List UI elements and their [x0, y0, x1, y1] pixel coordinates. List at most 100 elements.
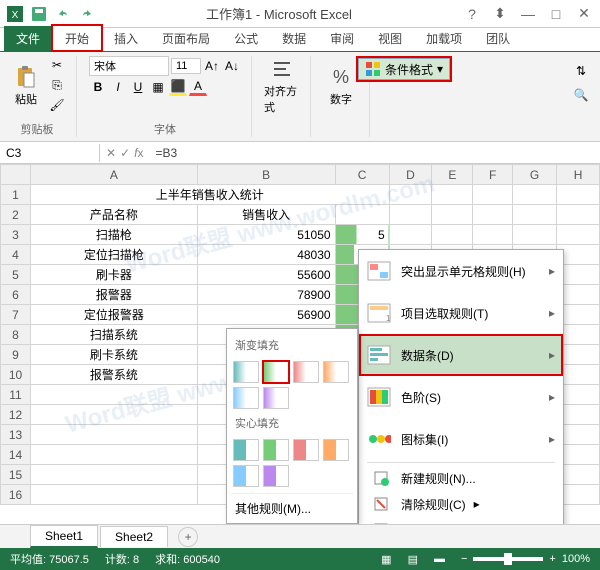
- name-box[interactable]: C3: [0, 144, 100, 162]
- font-color-icon[interactable]: A: [189, 78, 207, 96]
- row-header[interactable]: 16: [1, 485, 31, 505]
- cell-name[interactable]: 扫描系统: [31, 325, 198, 345]
- worksheet-grid[interactable]: ABCDEFGH1上半年销售收入统计2产品名称销售收入3扫描枪5105054定位…: [0, 164, 600, 524]
- undo-icon[interactable]: [52, 3, 74, 25]
- cell[interactable]: [31, 405, 198, 425]
- sheet-tab-2[interactable]: Sheet2: [100, 526, 168, 547]
- zoom-out-button[interactable]: −: [461, 553, 467, 565]
- row-header[interactable]: 2: [1, 205, 31, 225]
- cell[interactable]: [432, 225, 473, 245]
- cell[interactable]: [512, 225, 556, 245]
- row-header[interactable]: 13: [1, 425, 31, 445]
- menu-top-bottom[interactable]: 10 项目选取规则(T) ▸: [359, 292, 563, 334]
- cell-name[interactable]: 定位报警器: [31, 305, 198, 325]
- menu-color-scales[interactable]: 色阶(S) ▸: [359, 376, 563, 418]
- underline-button[interactable]: U: [129, 78, 147, 96]
- cancel-formula-icon[interactable]: ✕: [106, 146, 116, 160]
- swatch-gradient-red[interactable]: [293, 361, 319, 383]
- cell-value[interactable]: 51050: [197, 225, 335, 245]
- zoom-level[interactable]: 100%: [562, 553, 590, 565]
- format-painter-icon[interactable]: 🖌: [48, 96, 66, 114]
- tab-file[interactable]: 文件: [4, 26, 52, 51]
- row-header[interactable]: 7: [1, 305, 31, 325]
- cell[interactable]: [557, 185, 600, 205]
- cell[interactable]: [557, 225, 600, 245]
- maximize-icon[interactable]: □: [544, 4, 568, 24]
- row-header[interactable]: 4: [1, 245, 31, 265]
- swatch-solid-purple[interactable]: [263, 465, 289, 487]
- swatch-gradient-orange[interactable]: [323, 361, 349, 383]
- row-header[interactable]: 6: [1, 285, 31, 305]
- row-header[interactable]: 12: [1, 405, 31, 425]
- view-normal-icon[interactable]: ▦: [381, 553, 391, 566]
- sheet-tab-1[interactable]: Sheet1: [30, 525, 98, 548]
- row-header[interactable]: 1: [1, 185, 31, 205]
- swatch-solid-green[interactable]: [263, 439, 289, 461]
- sort-filter-icon[interactable]: ⇅: [572, 62, 590, 80]
- cell-value[interactable]: 55600: [197, 265, 335, 285]
- tab-team[interactable]: 团队: [474, 26, 522, 51]
- redo-icon[interactable]: [76, 3, 98, 25]
- cell-value[interactable]: 78900: [197, 285, 335, 305]
- bold-button[interactable]: B: [89, 78, 107, 96]
- cell[interactable]: [512, 205, 556, 225]
- font-size-select[interactable]: 11: [171, 58, 201, 74]
- row-header[interactable]: 14: [1, 445, 31, 465]
- swatch-gradient-purple[interactable]: [263, 387, 289, 409]
- swatch-solid-lightblue[interactable]: [233, 465, 259, 487]
- header-cell[interactable]: 产品名称: [31, 205, 198, 225]
- save-icon[interactable]: [28, 3, 50, 25]
- cell[interactable]: [31, 445, 198, 465]
- row-header[interactable]: 11: [1, 385, 31, 405]
- fill-color-icon[interactable]: ⬛: [169, 78, 187, 96]
- tab-layout[interactable]: 页面布局: [150, 26, 222, 51]
- cell-value[interactable]: 56900: [197, 305, 335, 325]
- view-layout-icon[interactable]: ▤: [408, 553, 418, 566]
- cell-databar[interactable]: 5: [335, 225, 389, 245]
- cell[interactable]: [557, 205, 600, 225]
- swatch-solid-red[interactable]: [293, 439, 319, 461]
- col-header-C[interactable]: C: [335, 165, 389, 185]
- cell[interactable]: [473, 185, 512, 205]
- row-header[interactable]: 8: [1, 325, 31, 345]
- tab-data[interactable]: 数据: [270, 26, 318, 51]
- tab-insert[interactable]: 插入: [102, 26, 150, 51]
- swatch-gradient-lightblue[interactable]: [233, 387, 259, 409]
- enter-formula-icon[interactable]: ✓: [120, 146, 130, 160]
- swatch-gradient-blue[interactable]: [233, 361, 259, 383]
- menu-manage-rules[interactable]: 管理规则(R)...: [359, 517, 563, 524]
- col-header-F[interactable]: F: [473, 165, 512, 185]
- row-header[interactable]: 3: [1, 225, 31, 245]
- col-header-H[interactable]: H: [557, 165, 600, 185]
- row-header[interactable]: 10: [1, 365, 31, 385]
- number-button[interactable]: % 数字: [323, 56, 359, 116]
- tab-formula[interactable]: 公式: [222, 26, 270, 51]
- add-sheet-button[interactable]: +: [178, 527, 198, 547]
- cell[interactable]: [432, 185, 473, 205]
- header-cell[interactable]: [335, 205, 389, 225]
- cell-name[interactable]: 报警系统: [31, 365, 198, 385]
- col-header-G[interactable]: G: [512, 165, 556, 185]
- cut-icon[interactable]: ✂: [48, 56, 66, 74]
- col-header-E[interactable]: E: [432, 165, 473, 185]
- cell[interactable]: [473, 225, 512, 245]
- row-header[interactable]: 9: [1, 345, 31, 365]
- font-name-select[interactable]: 宋体: [89, 56, 169, 76]
- swatch-solid-orange[interactable]: [323, 439, 349, 461]
- header-cell[interactable]: 销售收入: [197, 205, 335, 225]
- fx-icon[interactable]: fx: [134, 146, 143, 160]
- formula-bar[interactable]: =B3: [149, 144, 600, 162]
- cell[interactable]: [31, 465, 198, 485]
- col-header-B[interactable]: B: [197, 165, 335, 185]
- swatch-solid-blue[interactable]: [233, 439, 259, 461]
- tab-home[interactable]: 开始: [52, 25, 102, 51]
- row-header[interactable]: 15: [1, 465, 31, 485]
- ribbon-options-icon[interactable]: ⬍: [488, 4, 512, 24]
- cell-value[interactable]: 48030: [197, 245, 335, 265]
- cell-name[interactable]: 报警器: [31, 285, 198, 305]
- cell[interactable]: [473, 205, 512, 225]
- increase-font-icon[interactable]: A↑: [203, 57, 221, 75]
- cell[interactable]: [31, 425, 198, 445]
- cell[interactable]: [31, 385, 198, 405]
- excel-icon[interactable]: X: [4, 3, 26, 25]
